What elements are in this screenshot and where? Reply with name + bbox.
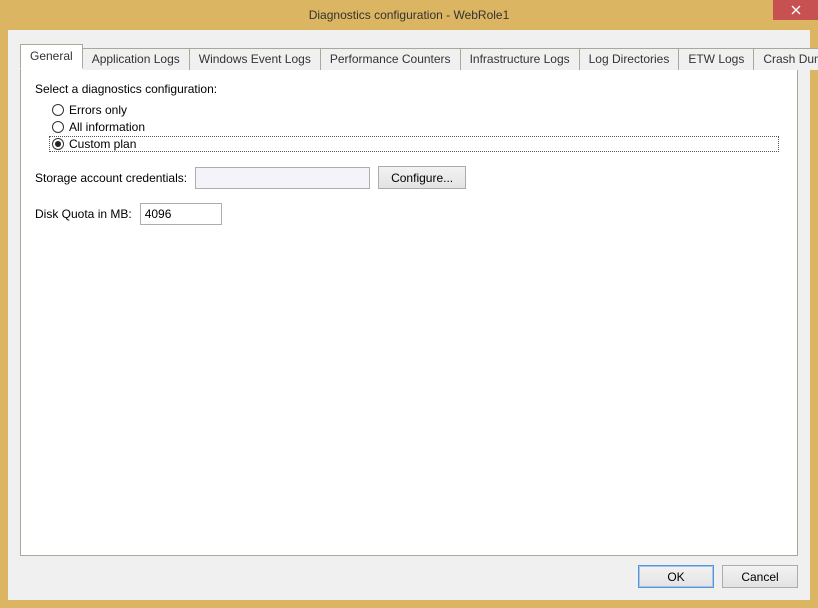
- titlebar[interactable]: Diagnostics configuration - WebRole1: [0, 0, 818, 30]
- window-title: Diagnostics configuration - WebRole1: [309, 8, 510, 22]
- tab-windows-event-logs[interactable]: Windows Event Logs: [190, 48, 321, 70]
- tab-etw-logs[interactable]: ETW Logs: [679, 48, 754, 70]
- tab-control: General Application Logs Windows Event L…: [20, 44, 798, 556]
- storage-row: Storage account credentials: Configure..…: [35, 166, 783, 189]
- quota-row: Disk Quota in MB:: [35, 203, 783, 225]
- cancel-button[interactable]: Cancel: [722, 565, 798, 588]
- radio-label: Custom plan: [69, 137, 136, 151]
- storage-label: Storage account credentials:: [35, 171, 187, 185]
- radio-icon: [52, 104, 64, 116]
- client-area: General Application Logs Windows Event L…: [8, 30, 810, 600]
- tab-application-logs[interactable]: Application Logs: [83, 48, 190, 70]
- radio-all-information[interactable]: All information: [49, 119, 783, 135]
- config-radio-group: Errors only All information Custom plan: [49, 102, 783, 152]
- ok-button[interactable]: OK: [638, 565, 714, 588]
- tabpage-general: Select a diagnostics configuration: Erro…: [20, 67, 798, 556]
- close-icon: [791, 5, 801, 15]
- disk-quota-input[interactable]: [140, 203, 222, 225]
- tab-crash-dumps[interactable]: Crash Dumps: [754, 48, 818, 70]
- tab-performance-counters[interactable]: Performance Counters: [321, 48, 461, 70]
- storage-credentials-input[interactable]: [195, 167, 370, 189]
- radio-icon: [52, 121, 64, 133]
- tabstrip: General Application Logs Windows Event L…: [20, 44, 798, 69]
- radio-icon: [52, 138, 64, 150]
- configure-button[interactable]: Configure...: [378, 166, 466, 189]
- dialog-buttons: OK Cancel: [638, 565, 798, 588]
- close-button[interactable]: [773, 0, 818, 20]
- radio-errors-only[interactable]: Errors only: [49, 102, 783, 118]
- quota-label: Disk Quota in MB:: [35, 207, 132, 221]
- tab-general[interactable]: General: [20, 44, 83, 69]
- radio-label: Errors only: [69, 103, 127, 117]
- tab-infrastructure-logs[interactable]: Infrastructure Logs: [461, 48, 580, 70]
- dialog-window: Diagnostics configuration - WebRole1 Gen…: [0, 0, 818, 608]
- radio-label: All information: [69, 120, 145, 134]
- radio-custom-plan[interactable]: Custom plan: [49, 136, 779, 152]
- config-prompt: Select a diagnostics configuration:: [35, 82, 783, 96]
- tab-log-directories[interactable]: Log Directories: [580, 48, 680, 70]
